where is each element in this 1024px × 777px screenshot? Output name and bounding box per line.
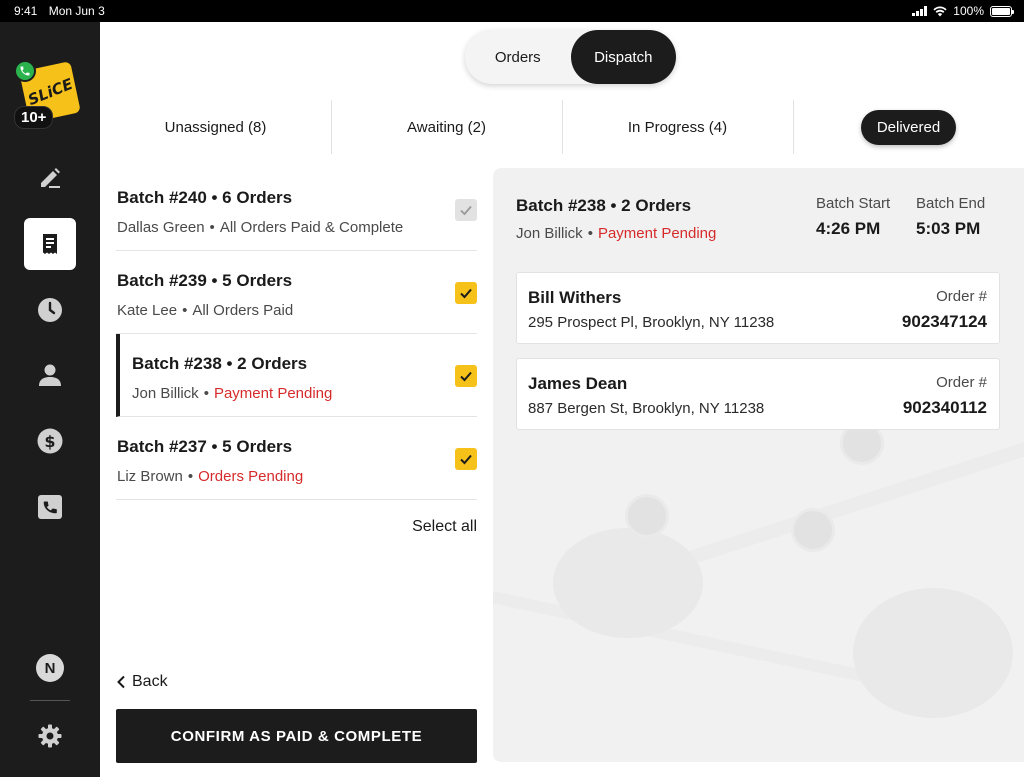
detail-driver: Jon Billick (516, 225, 583, 242)
tab-in-progress[interactable]: In Progress (4) (562, 100, 793, 154)
order-number-label: Order # (936, 374, 987, 391)
batch-row[interactable]: Batch #240 • 6 Orders Dallas Green • All O… (116, 168, 477, 251)
batch-checkbox[interactable] (455, 448, 477, 470)
orders-dispatch-toggle: Orders Dispatch (465, 30, 676, 84)
order-customer-name: Bill Withers (528, 288, 622, 307)
sidebar-item-phone[interactable] (24, 481, 76, 533)
tab-delivered[interactable]: Delivered (793, 100, 1024, 154)
batch-start: Batch Start 4:26 PM (816, 195, 890, 239)
order-customer-name: James Dean (528, 374, 628, 393)
status-date: Mon Jun 3 (48, 4, 105, 18)
batch-driver: Jon Billick (132, 385, 199, 402)
sidebar-item-edit[interactable] (24, 152, 76, 204)
tab-unassigned-label: Unassigned (8) (164, 118, 267, 136)
batch-status: All Orders Paid & Complete (219, 219, 404, 236)
order-address: 887 Bergen St, Brooklyn, NY 11238 (528, 400, 765, 417)
phone-call-icon (14, 60, 36, 82)
order-card[interactable]: James Dean 887 Bergen St, Brooklyn, NY 1… (516, 358, 1000, 430)
tab-awaiting[interactable]: Awaiting (2) (331, 100, 562, 154)
map-area (553, 528, 703, 638)
status-bar: 9:41 Mon Jun 3 100% (0, 0, 1024, 22)
batch-status: Orders Pending (198, 468, 304, 485)
select-all-link[interactable]: Select all (412, 518, 477, 536)
notification-count-badge: 10+ (14, 106, 54, 129)
logo-text: SLiCE (24, 74, 76, 110)
batch-detail-header: Batch #238 • 2 Orders Jon Billick • Paymen… (516, 196, 717, 242)
detail-title: Batch #238 • 2 Orders (516, 196, 692, 215)
tab-in-progress-label: In Progress (4) (627, 118, 728, 136)
map-pin-icon[interactable] (791, 508, 835, 552)
batch-end-label: Batch End (916, 195, 986, 212)
order-number: 902347124 (901, 312, 987, 331)
person-icon (39, 364, 61, 386)
sidebar-item-orders[interactable] (24, 218, 76, 270)
batch-row[interactable]: Batch #239 • 5 Orders Kate Lee • All Order… (116, 251, 477, 334)
map-pin-icon[interactable] (625, 494, 669, 538)
detail-status: Payment Pending (597, 225, 717, 242)
battery-icon (990, 5, 1014, 17)
batch-start-time: 4:26 PM (816, 219, 881, 238)
svg-text:$: $ (44, 432, 55, 451)
segment-dispatch[interactable]: Dispatch (570, 30, 676, 84)
sidebar-item-customers[interactable] (24, 349, 76, 401)
checkmark-icon (460, 371, 472, 382)
batch-driver: Dallas Green (117, 219, 205, 236)
back-button[interactable]: Back (116, 673, 168, 691)
chevron-left-icon (117, 675, 125, 689)
batch-row-selected[interactable]: Batch #238 • 2 Orders Jon Billick • Paymen… (116, 334, 477, 417)
clock-icon (38, 298, 62, 322)
batch-title: Batch #240 • 6 Orders (117, 188, 293, 207)
batch-end-time: 5:03 PM (916, 219, 981, 238)
batch-driver: Kate Lee (117, 302, 178, 319)
batch-detail-panel: Batch #238 • 2 Orders Jon Billick • Paymen… (493, 168, 1024, 762)
back-label: Back (132, 673, 168, 690)
batch-list: Batch #240 • 6 Orders Dallas Green • All O… (116, 168, 477, 535)
sidebar-divider (30, 700, 70, 701)
avatar[interactable]: N (36, 654, 64, 682)
batch-checkbox[interactable] (455, 199, 477, 221)
checkmark-icon (460, 454, 472, 465)
sidebar-item-settings[interactable] (24, 710, 76, 762)
batch-row[interactable]: Batch #237 • 5 Orders Liz Brown • Orders P… (116, 417, 477, 500)
batch-title: Batch #237 • 5 Orders (117, 437, 293, 456)
sidebar-item-history[interactable] (24, 284, 76, 336)
signal-icon (912, 6, 928, 16)
map-area (853, 588, 1013, 718)
app-logo[interactable]: SLiCE 10+ (14, 60, 81, 129)
order-number-label: Order # (936, 288, 987, 305)
batch-status: Payment Pending (213, 385, 333, 402)
status-tabs: Unassigned (8) Awaiting (2) In Progress … (100, 100, 1024, 154)
batch-driver: Liz Brown (117, 468, 183, 485)
tab-delivered-label: Delivered (860, 109, 957, 145)
segment-orders[interactable]: Orders (465, 30, 571, 84)
sidebar: SLiCE 10+ $ N (0, 22, 100, 777)
order-card[interactable]: Bill Withers 295 Prospect Pl, Brooklyn, … (516, 272, 1000, 344)
batch-title: Batch #239 • 5 Orders (117, 271, 293, 290)
receipt-icon (43, 234, 57, 254)
checkmark-icon (460, 288, 472, 299)
batch-start-label: Batch Start (816, 195, 891, 212)
pencil-icon (41, 168, 60, 188)
sidebar-item-payments[interactable]: $ (24, 415, 76, 467)
batch-end: Batch End 5:03 PM (916, 195, 985, 239)
batch-status: All Orders Paid (192, 302, 294, 319)
battery-percent: 100% (953, 4, 984, 18)
gear-icon (38, 724, 62, 748)
map-road (651, 433, 1024, 577)
phone-icon (38, 495, 62, 519)
batch-checkbox[interactable] (455, 365, 477, 387)
order-address: 295 Prospect Pl, Brooklyn, NY 11238 (528, 314, 775, 331)
tab-unassigned[interactable]: Unassigned (8) (100, 100, 331, 154)
batch-title: Batch #238 • 2 Orders (132, 354, 308, 373)
wifi-icon (933, 6, 947, 16)
confirm-paid-complete-button[interactable]: CONFIRM AS PAID & COMPLETE (116, 709, 477, 763)
order-number: 902340112 (902, 398, 987, 417)
batch-checkbox[interactable] (455, 282, 477, 304)
checkmark-icon (460, 205, 472, 216)
tab-awaiting-label: Awaiting (2) (407, 118, 486, 136)
dollar-icon: $ (37, 428, 63, 454)
status-time: 9:41 (14, 4, 38, 18)
